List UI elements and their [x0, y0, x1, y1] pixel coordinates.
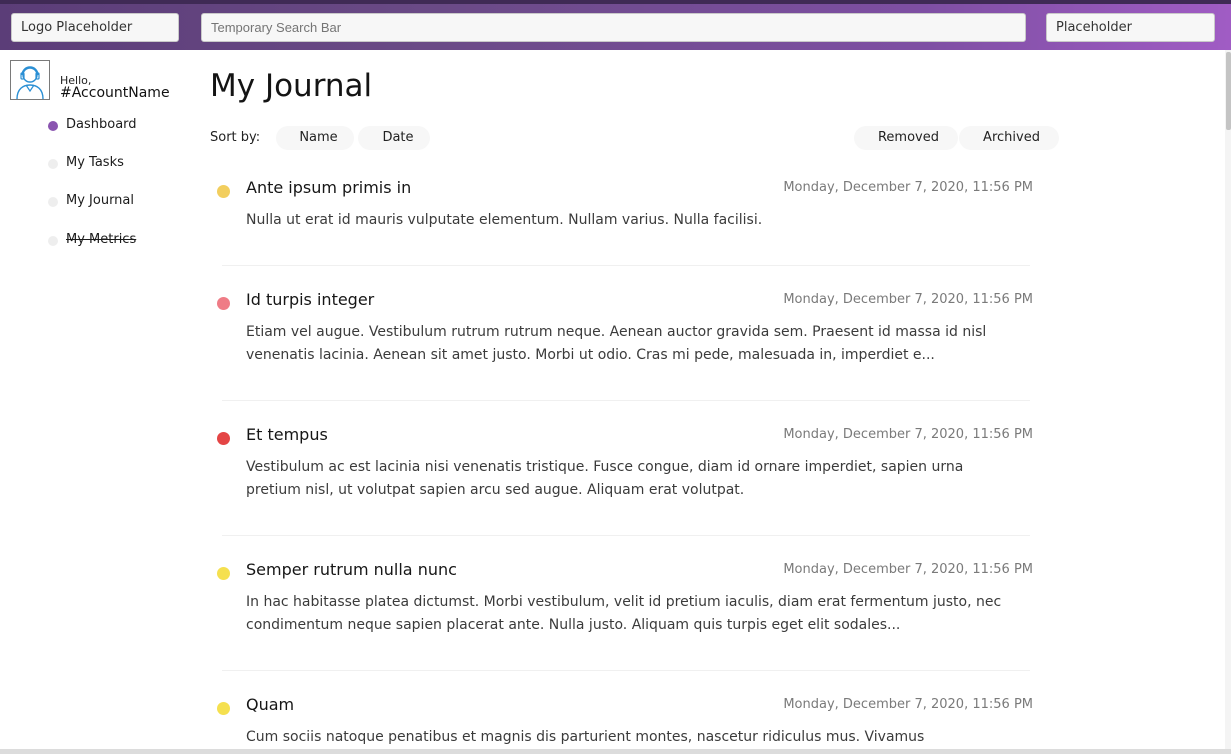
sort-by-date-button[interactable]: Date — [358, 126, 430, 150]
entry-date: Monday, December 7, 2020, 11:56 PM — [783, 292, 1033, 307]
vertical-scrollbar[interactable] — [1225, 50, 1231, 754]
entry-body: In hac habitasse platea dictumst. Morbi … — [246, 594, 1002, 633]
entry-body: Vestibulum ac est lacinia nisi venenatis… — [246, 459, 964, 498]
avatar[interactable] — [10, 60, 50, 100]
entry-color-dot-icon — [217, 297, 230, 310]
sidebar-item-label: My Tasks — [66, 155, 124, 170]
header-right-placeholder[interactable]: Placeholder — [1046, 13, 1215, 42]
entry-title[interactable]: Quam — [246, 695, 294, 714]
sidebar-item-label: Dashboard — [66, 117, 137, 132]
divider — [222, 535, 1030, 536]
entry-body: Cum sociis natoque penatibus et magnis d… — [246, 729, 925, 745]
sort-by-name-button[interactable]: Name — [276, 126, 354, 150]
entry-color-dot-icon — [217, 432, 230, 445]
entry-color-dot-icon — [217, 185, 230, 198]
journal-entry[interactable]: Semper rutrum nulla nunc Monday, Decembe… — [210, 560, 1040, 650]
page-title: My Journal — [210, 68, 373, 104]
sidebar-item-label: My Journal — [66, 193, 135, 208]
nav-dot-icon — [48, 159, 58, 169]
account-name: #AccountName — [60, 85, 170, 101]
sidebar-item-label: My Metrics — [66, 232, 137, 247]
nav-dot-icon — [48, 121, 58, 131]
sort-label: Sort by: — [210, 130, 261, 145]
entry-body: Nulla ut erat id mauris vulputate elemen… — [246, 212, 763, 228]
nav-dot-icon — [48, 197, 58, 207]
entry-color-dot-icon — [217, 567, 230, 580]
entry-title[interactable]: Semper rutrum nulla nunc — [246, 560, 457, 579]
entry-title[interactable]: Et tempus — [246, 425, 328, 444]
journal-entry[interactable]: Quam Monday, December 7, 2020, 11:56 PM … — [210, 695, 1040, 749]
entry-title[interactable]: Id turpis integer — [246, 290, 374, 309]
entry-date: Monday, December 7, 2020, 11:56 PM — [783, 697, 1033, 712]
divider — [222, 400, 1030, 401]
entry-date: Monday, December 7, 2020, 11:56 PM — [783, 180, 1033, 195]
divider — [222, 265, 1030, 266]
top-header: Logo Placeholder Placeholder — [0, 0, 1231, 50]
vertical-scrollbar-thumb[interactable] — [1226, 52, 1231, 130]
search-input[interactable] — [201, 13, 1026, 42]
entry-date: Monday, December 7, 2020, 11:56 PM — [783, 562, 1033, 577]
user-icon — [16, 66, 44, 100]
journal-entry[interactable]: Id turpis integer Monday, December 7, 20… — [210, 290, 1040, 380]
filter-removed-button[interactable]: Removed — [854, 126, 958, 150]
entry-body: Etiam vel augue. Vestibulum rutrum rutru… — [246, 324, 987, 363]
filter-archived-button[interactable]: Archived — [959, 126, 1059, 150]
entry-color-dot-icon — [217, 702, 230, 715]
entry-date: Monday, December 7, 2020, 11:56 PM — [783, 427, 1033, 442]
entry-title[interactable]: Ante ipsum primis in — [246, 178, 411, 197]
divider — [222, 670, 1030, 671]
nav-dot-icon — [48, 236, 58, 246]
journal-entry[interactable]: Ante ipsum primis in Monday, December 7,… — [210, 178, 1040, 248]
journal-entry[interactable]: Et tempus Monday, December 7, 2020, 11:5… — [210, 425, 1040, 515]
horizontal-scrollbar[interactable] — [0, 749, 1231, 754]
logo-placeholder[interactable]: Logo Placeholder — [11, 13, 179, 42]
